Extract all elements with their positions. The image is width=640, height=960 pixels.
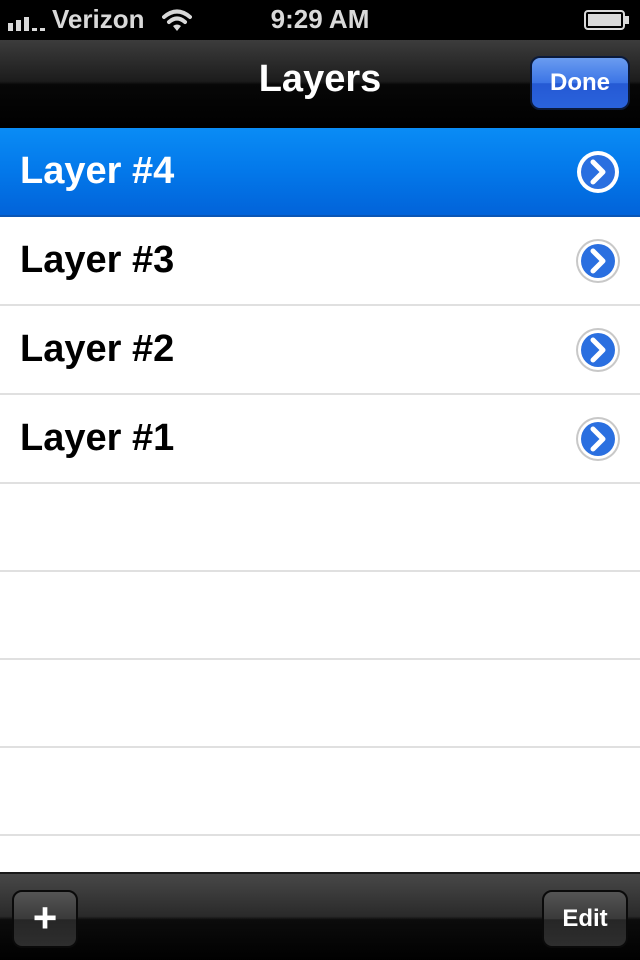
layer-label: Layer #4 xyxy=(20,150,175,192)
chevron-right-circle-icon[interactable] xyxy=(575,416,621,462)
layer-row-4[interactable]: Layer #4 xyxy=(0,128,640,217)
bottom-toolbar: + Edit xyxy=(0,872,640,960)
empty-row xyxy=(0,748,640,836)
layers-screen: Verizon 9:29 AM Layers Done Layer #4 Lay… xyxy=(0,0,640,960)
layer-label: Layer #2 xyxy=(20,328,175,370)
layer-label: Layer #3 xyxy=(20,239,175,281)
edit-button[interactable]: Edit xyxy=(542,890,628,948)
navigation-bar: Layers Done xyxy=(0,40,640,128)
empty-row xyxy=(0,572,640,660)
battery-icon xyxy=(584,10,629,30)
chevron-right-circle-icon[interactable] xyxy=(575,149,621,195)
status-time: 9:29 AM xyxy=(270,4,370,34)
layer-row-3[interactable]: Layer #3 xyxy=(0,217,640,306)
empty-row xyxy=(0,660,640,748)
add-layer-button[interactable]: + xyxy=(12,890,78,948)
layer-label: Layer #1 xyxy=(20,417,175,459)
layer-row-1[interactable]: Layer #1 xyxy=(0,395,640,484)
layer-row-2[interactable]: Layer #2 xyxy=(0,306,640,395)
chevron-right-circle-icon[interactable] xyxy=(575,238,621,284)
chevron-right-circle-icon[interactable] xyxy=(575,327,621,373)
layers-list: Layer #4 Layer #3 Layer #2 Layer #1 xyxy=(0,128,640,836)
empty-row xyxy=(0,484,640,572)
done-button[interactable]: Done xyxy=(530,56,630,110)
status-bar: Verizon 9:29 AM xyxy=(0,0,640,40)
